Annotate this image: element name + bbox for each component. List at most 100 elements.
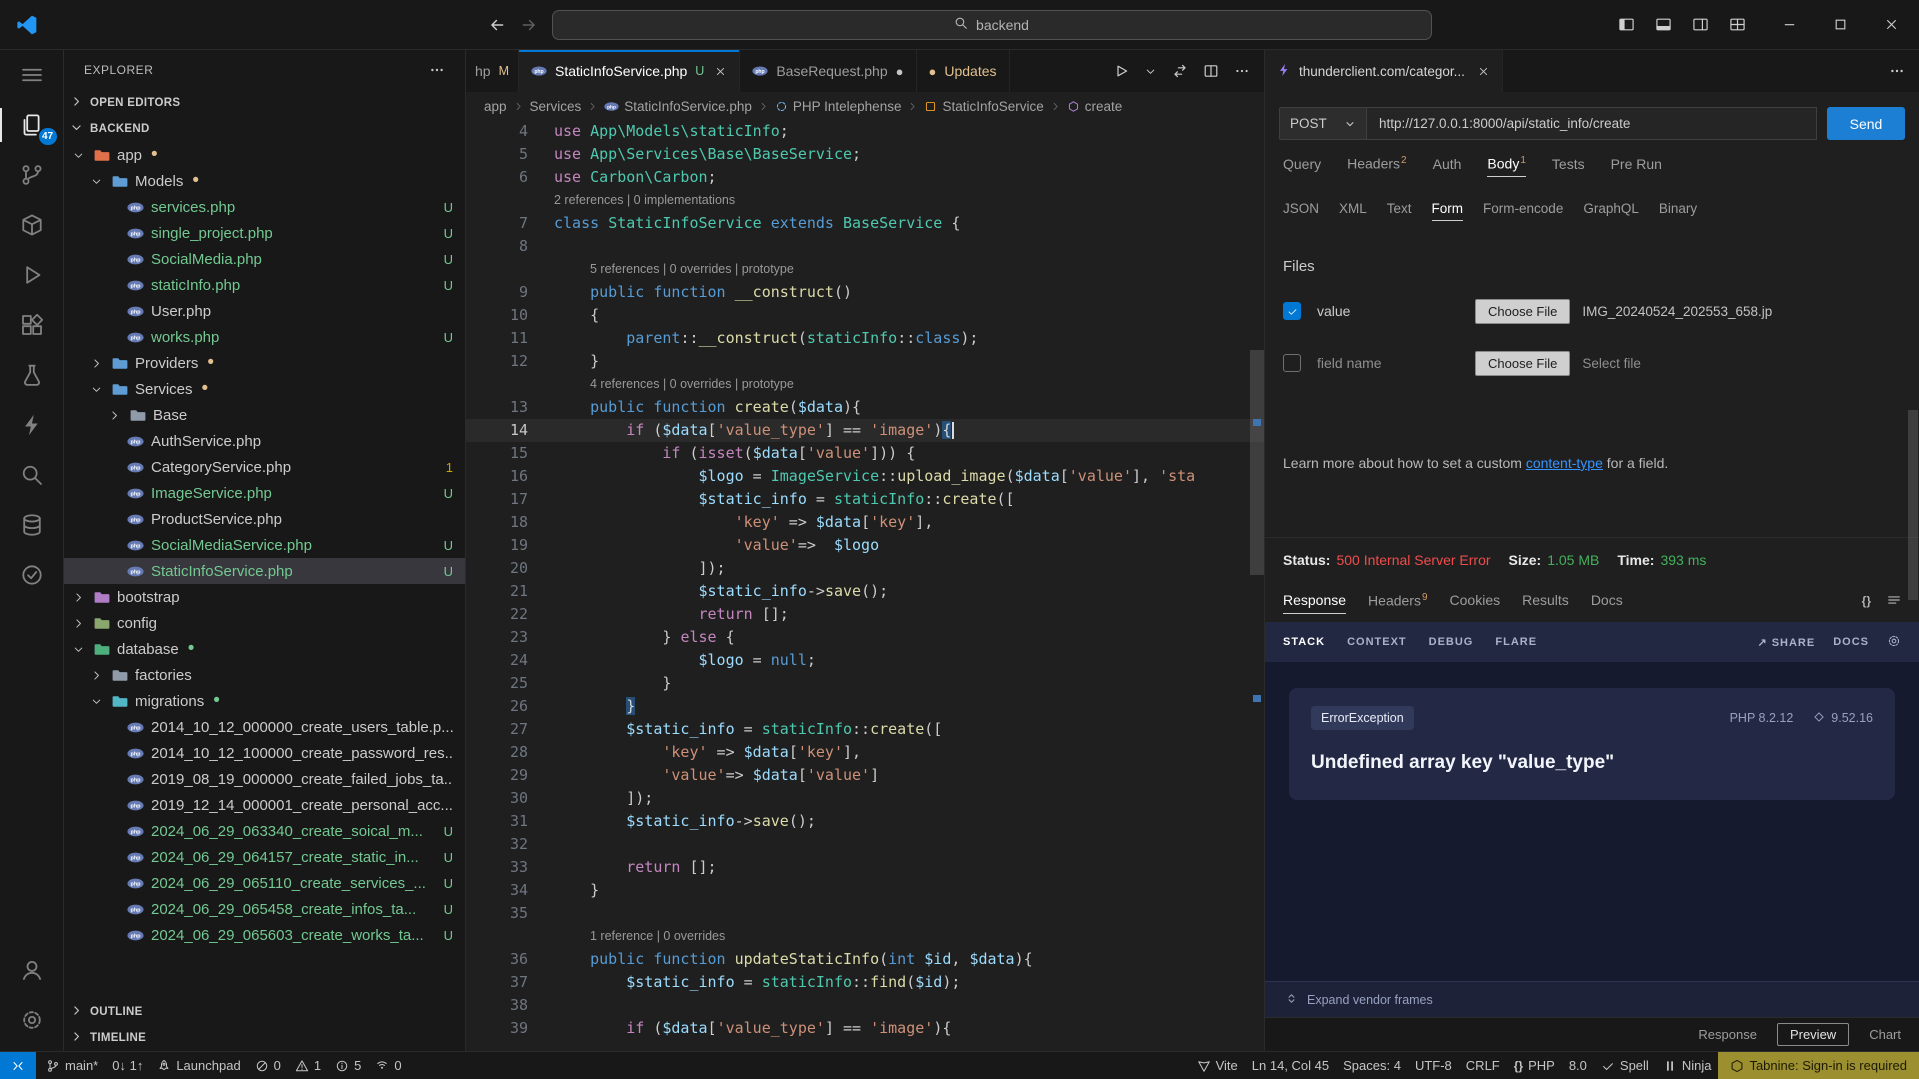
expand-vendor-frames-toggle[interactable]: Expand vendor frames [1265,981,1919,1017]
encoding[interactable]: UTF-8 [1408,1052,1459,1079]
code-line[interactable]: 33 return []; [466,856,1264,879]
tabnine[interactable]: Tabnine: Sign-in is required [1718,1052,1919,1079]
customize-layout-icon[interactable] [1729,16,1746,33]
code-line[interactable]: 29 'value'=> $data['value'] [466,764,1264,787]
choose-file-button[interactable]: Choose File [1475,351,1570,376]
open-editors-section[interactable]: OPEN EDITORS [64,90,465,116]
more-actions-icon[interactable] [1889,63,1919,79]
menu-icon[interactable] [0,50,64,100]
ignition-tab-debug[interactable]: DEBUG [1429,636,1474,648]
tree-folder-row[interactable]: Base [64,402,465,428]
database-icon[interactable] [0,500,64,550]
code-line[interactable]: 30 ]); [466,787,1264,810]
breadcrumb-item[interactable]: create [1067,99,1123,114]
code-line[interactable]: 14 if ($data['value_type'] == 'image'){ [466,419,1264,442]
request-tab[interactable]: Auth [1433,152,1462,177]
php-version[interactable]: 8.0 [1562,1052,1594,1079]
response-tab[interactable]: Cookies [1450,588,1501,614]
codelens[interactable]: 4 references | 0 overrides | prototype [466,373,1264,396]
run-button[interactable] [1113,63,1129,79]
response-tab[interactable]: Response [1283,588,1346,614]
code-line[interactable]: 16 $logo = ImageService::upload_image($d… [466,465,1264,488]
close-icon[interactable] [1477,65,1490,78]
vite[interactable]: Vite [1190,1052,1245,1079]
ignition-action-docs[interactable]: DOCS [1833,636,1869,648]
request-tab[interactable]: Query [1283,152,1321,177]
view-preview-button[interactable]: Preview [1777,1023,1849,1046]
body-format-tab[interactable]: Text [1387,197,1412,221]
code-line[interactable]: 34 } [466,879,1264,902]
request-tab[interactable]: Tests [1552,152,1585,177]
run-debug-icon[interactable] [0,250,64,300]
tree-folder-row[interactable]: bootstrap [64,584,465,610]
thunder-client-tab[interactable]: thunderclient.com/categor... [1265,50,1503,92]
code-line[interactable]: 32 [466,833,1264,856]
eol[interactable]: CRLF [1459,1052,1507,1079]
tree-folder-row[interactable]: migrations• [64,688,465,714]
code-line[interactable]: 20 ]); [466,557,1264,580]
editor-tab[interactable]: phpStaticInfoService.phpU [519,50,740,92]
code-line[interactable]: 38 [466,994,1264,1017]
code-line[interactable]: 25 } [466,672,1264,695]
tree-file-row[interactable]: phpStaticInfoService.phpU [64,558,465,584]
method-select[interactable]: POST [1279,107,1367,140]
run-options-icon[interactable] [1144,65,1157,78]
search-icon[interactable] [0,450,64,500]
request-tab[interactable]: Body1 [1487,151,1525,177]
code-line[interactable]: 12 } [466,350,1264,373]
spell-checker[interactable]: Spell [1594,1052,1656,1079]
tree-file-row[interactable]: phpImageService.phpU [64,480,465,506]
code-line[interactable]: 19 'value'=> $logo [466,534,1264,557]
code-line[interactable]: 17 $static_info = staticInfo::create([ [466,488,1264,511]
body-format-tab[interactable]: JSON [1283,197,1319,221]
response-menu-icon[interactable] [1887,593,1901,610]
language-mode[interactable]: {}PHP [1507,1052,1562,1079]
breadcrumb-item[interactable]: StaticInfoService [924,99,1043,114]
body-format-tab[interactable]: Form [1432,197,1464,221]
tree-folder-row[interactable]: Models• [64,168,465,194]
toggle-secondary-sidebar-icon[interactable] [1692,16,1709,33]
ignition-tab-stack[interactable]: STACK [1283,636,1325,648]
tree-file-row[interactable]: phpstaticInfo.phpU [64,272,465,298]
tree-file-row[interactable]: php2024_06_29_065603_create_works_ta...U [64,922,465,948]
tree-folder-row[interactable]: config [64,610,465,636]
body-format-tab[interactable]: GraphQL [1583,197,1639,221]
outline-section[interactable]: OUTLINE [64,999,465,1025]
tree-file-row[interactable]: phpCategoryService.php1 [64,454,465,480]
ignition-tab-context[interactable]: CONTEXT [1347,636,1407,648]
code-line[interactable]: 15 if (isset($data['value'])) { [466,442,1264,465]
package-icon[interactable] [0,200,64,250]
code-line[interactable]: 11 parent::__construct(staticInfo::class… [466,327,1264,350]
codelens[interactable]: 1 reference | 0 overrides [466,925,1264,948]
maximize-icon[interactable] [1833,17,1848,32]
checkbox[interactable] [1283,354,1301,372]
code-line[interactable]: 8 [466,235,1264,258]
editor-scrollbar[interactable] [1250,120,1264,1051]
checkbox[interactable] [1283,302,1301,320]
ignition-action-share[interactable]: ↗ SHARE [1757,636,1815,649]
cursor-position[interactable]: Ln 14, Col 45 [1245,1052,1336,1079]
tree-file-row[interactable]: php2024_06_29_063340_create_soical_m...U [64,818,465,844]
toggle-panel-icon[interactable] [1655,16,1672,33]
gitlens-icon[interactable] [0,550,64,600]
scrollbar-thumb[interactable] [1250,350,1264,575]
indentation[interactable]: Spaces: 4 [1336,1052,1408,1079]
editor-tab[interactable]: ●Updates [917,50,1010,92]
panel-scrollbar-thumb[interactable] [1908,410,1918,600]
gitlens-launchpad[interactable]: Launchpad [150,1052,247,1079]
breadcrumb-item[interactable]: Services [530,99,582,114]
tree-file-row[interactable]: php2019_08_19_000000_create_failed_jobs_… [64,766,465,792]
tree-file-row[interactable]: phpUser.php [64,298,465,324]
code-line[interactable]: 23 } else { [466,626,1264,649]
nav-forward-icon[interactable] [520,16,538,34]
code-line[interactable]: 10 { [466,304,1264,327]
source-control-icon[interactable] [0,150,64,200]
code-line[interactable]: 7class StaticInfoService extends BaseSer… [466,212,1264,235]
tree-folder-row[interactable]: Providers• [64,350,465,376]
tree-file-row[interactable]: phpProductService.php [64,506,465,532]
accounts-icon[interactable] [0,945,64,995]
command-center-search[interactable]: backend [552,10,1432,40]
code-line[interactable]: 27 $static_info = staticInfo::create([ [466,718,1264,741]
git-branch[interactable]: main* [39,1052,105,1079]
breadcrumb-item[interactable]: phpStaticInfoService.php [604,99,752,114]
